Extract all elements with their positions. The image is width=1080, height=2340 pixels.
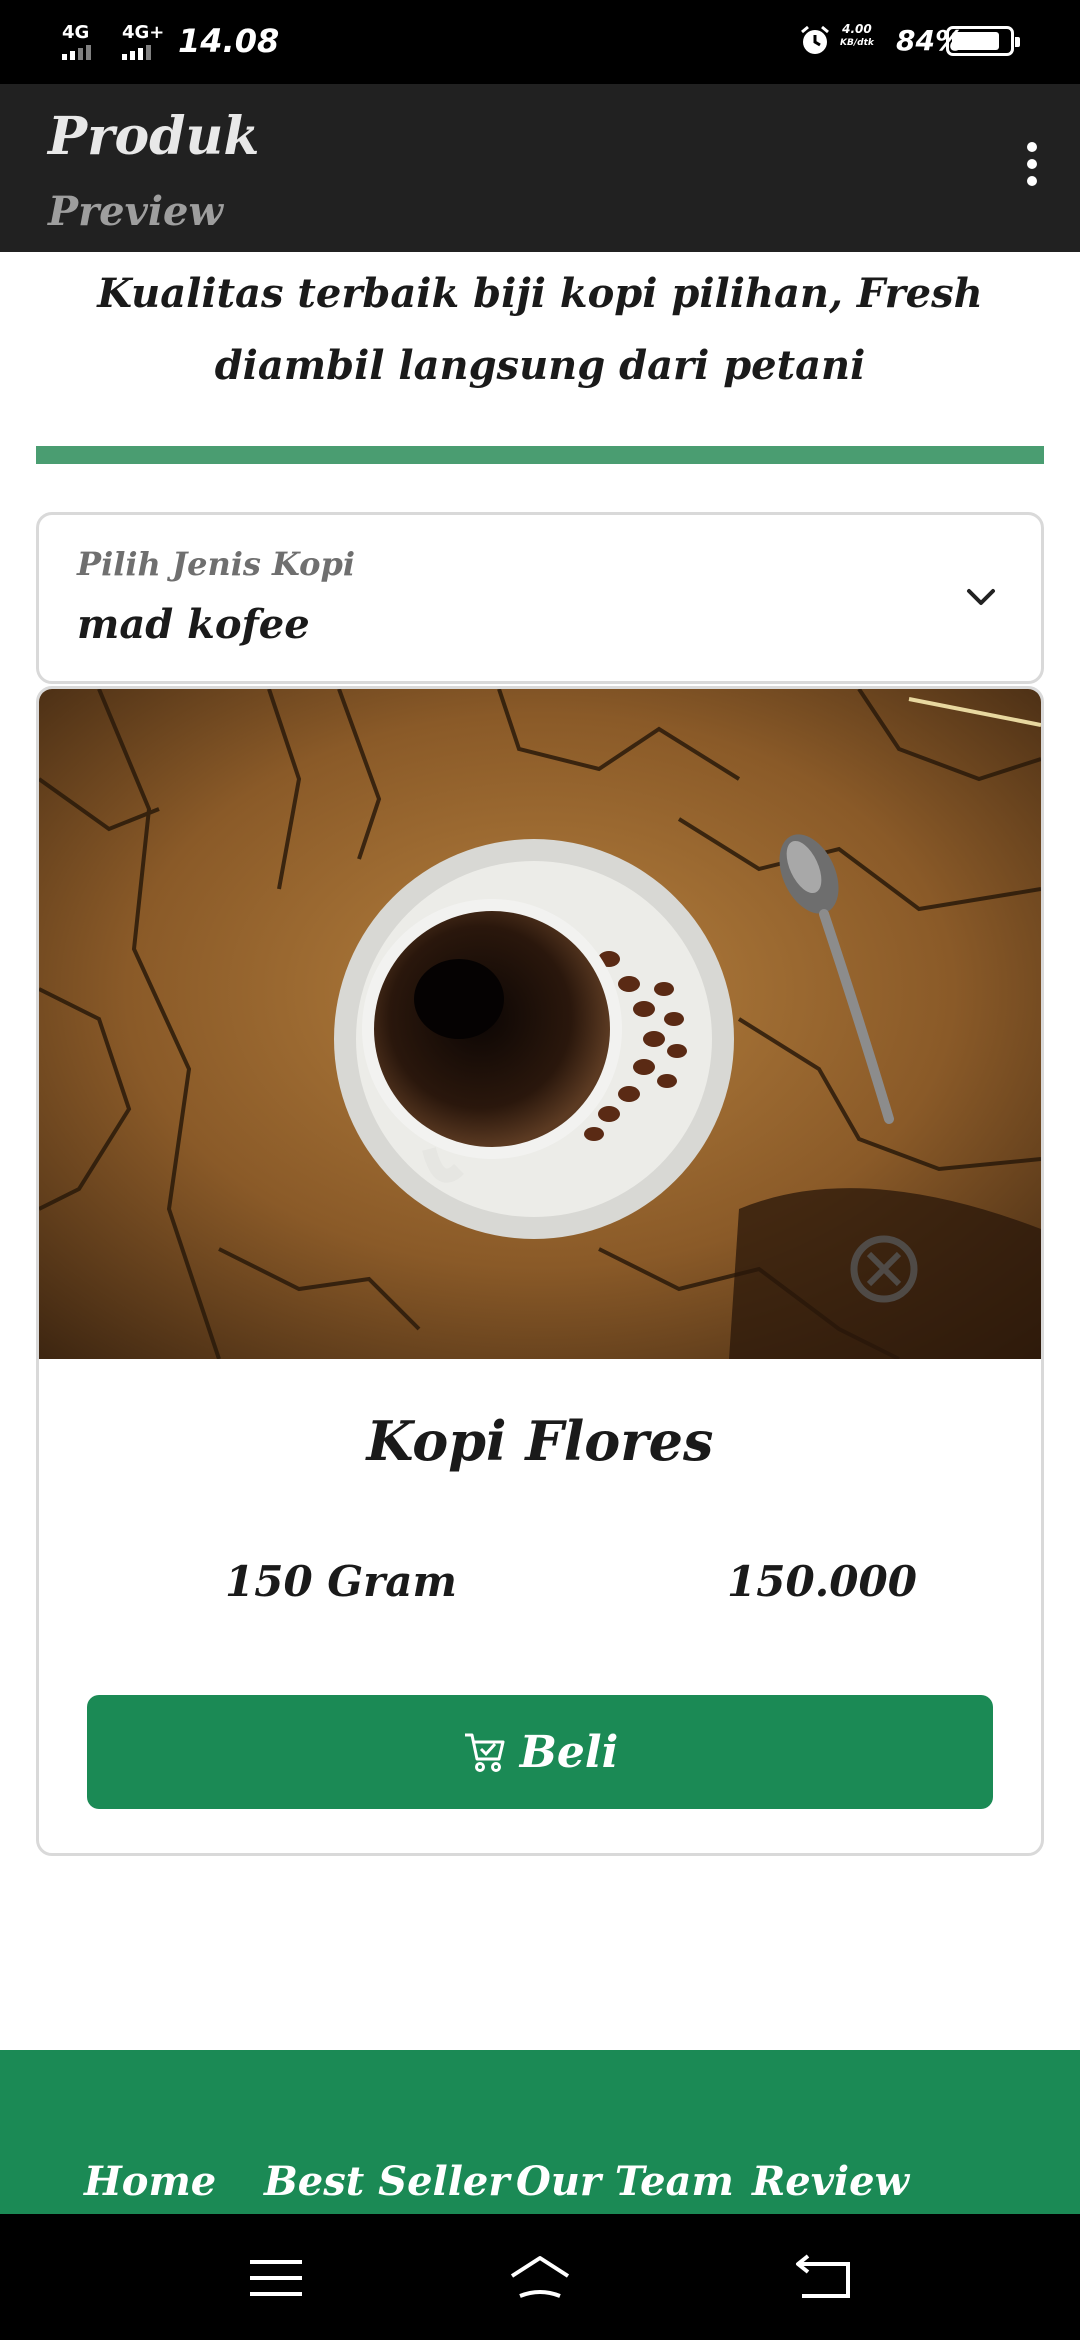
clock: 14.08 [178,22,280,60]
select-label: Pilih Jenis Kopi [77,545,355,583]
footer-link-home[interactable]: Home [84,2158,216,2205]
divider [36,446,1044,464]
net-speed-value: 4.00 [842,22,872,36]
signal-1: 4G [62,22,91,60]
chevron-down-icon [967,589,995,605]
footer-link-our-team[interactable]: Our Team [516,2158,734,2205]
more-vert-icon[interactable] [1018,142,1046,202]
product-price: 150.000 [727,1557,917,1606]
home-icon[interactable] [508,2248,572,2308]
network-type-2: 4G+ [122,22,165,43]
menu-icon[interactable] [244,2248,308,2308]
alarm-icon [801,25,829,54]
system-nav-bar [0,2214,1080,2340]
coffee-type-select[interactable]: Pilih Jenis Kopi mad kofee [36,512,1044,684]
battery-fill [952,32,999,50]
app-title: Produk [48,106,260,167]
signal-icon [122,45,164,60]
buy-button-label: Beli [519,1726,619,1778]
net-speed: 4.00 KB/dtk [840,22,874,50]
back-icon[interactable] [792,2248,856,2308]
product-weight: 150 Gram [225,1557,457,1606]
footer-link-best-seller[interactable]: Best Seller [264,2158,509,2205]
select-value: mad kofee [77,601,310,648]
signal-2: 4G+ [122,22,164,60]
product-card: Kopi Flores 150 Gram 150.000 Beli [36,686,1044,1856]
app-subtitle: Preview [48,188,223,235]
battery-icon [946,26,1020,56]
buy-button[interactable]: Beli [87,1695,993,1809]
product-name: Kopi Flores [366,1409,714,1473]
tagline: Kualitas terbaik biji kopi pilihan, Fres… [97,270,983,389]
status-bar: 4G 4G+ 14.08 4.00 KB/dtk 84% [0,0,1080,84]
net-speed-unit: KB/dtk [840,38,874,48]
footer-link-review[interactable]: Review [752,2158,909,2205]
footer: Home Best Seller Our Team Review [0,2050,1080,2214]
network-type-1: 4G [62,22,90,43]
app-bar: Produk Preview [0,84,1080,252]
product-image [39,689,1041,1359]
cart-check-icon [464,1733,505,1772]
signal-icon [62,45,91,60]
